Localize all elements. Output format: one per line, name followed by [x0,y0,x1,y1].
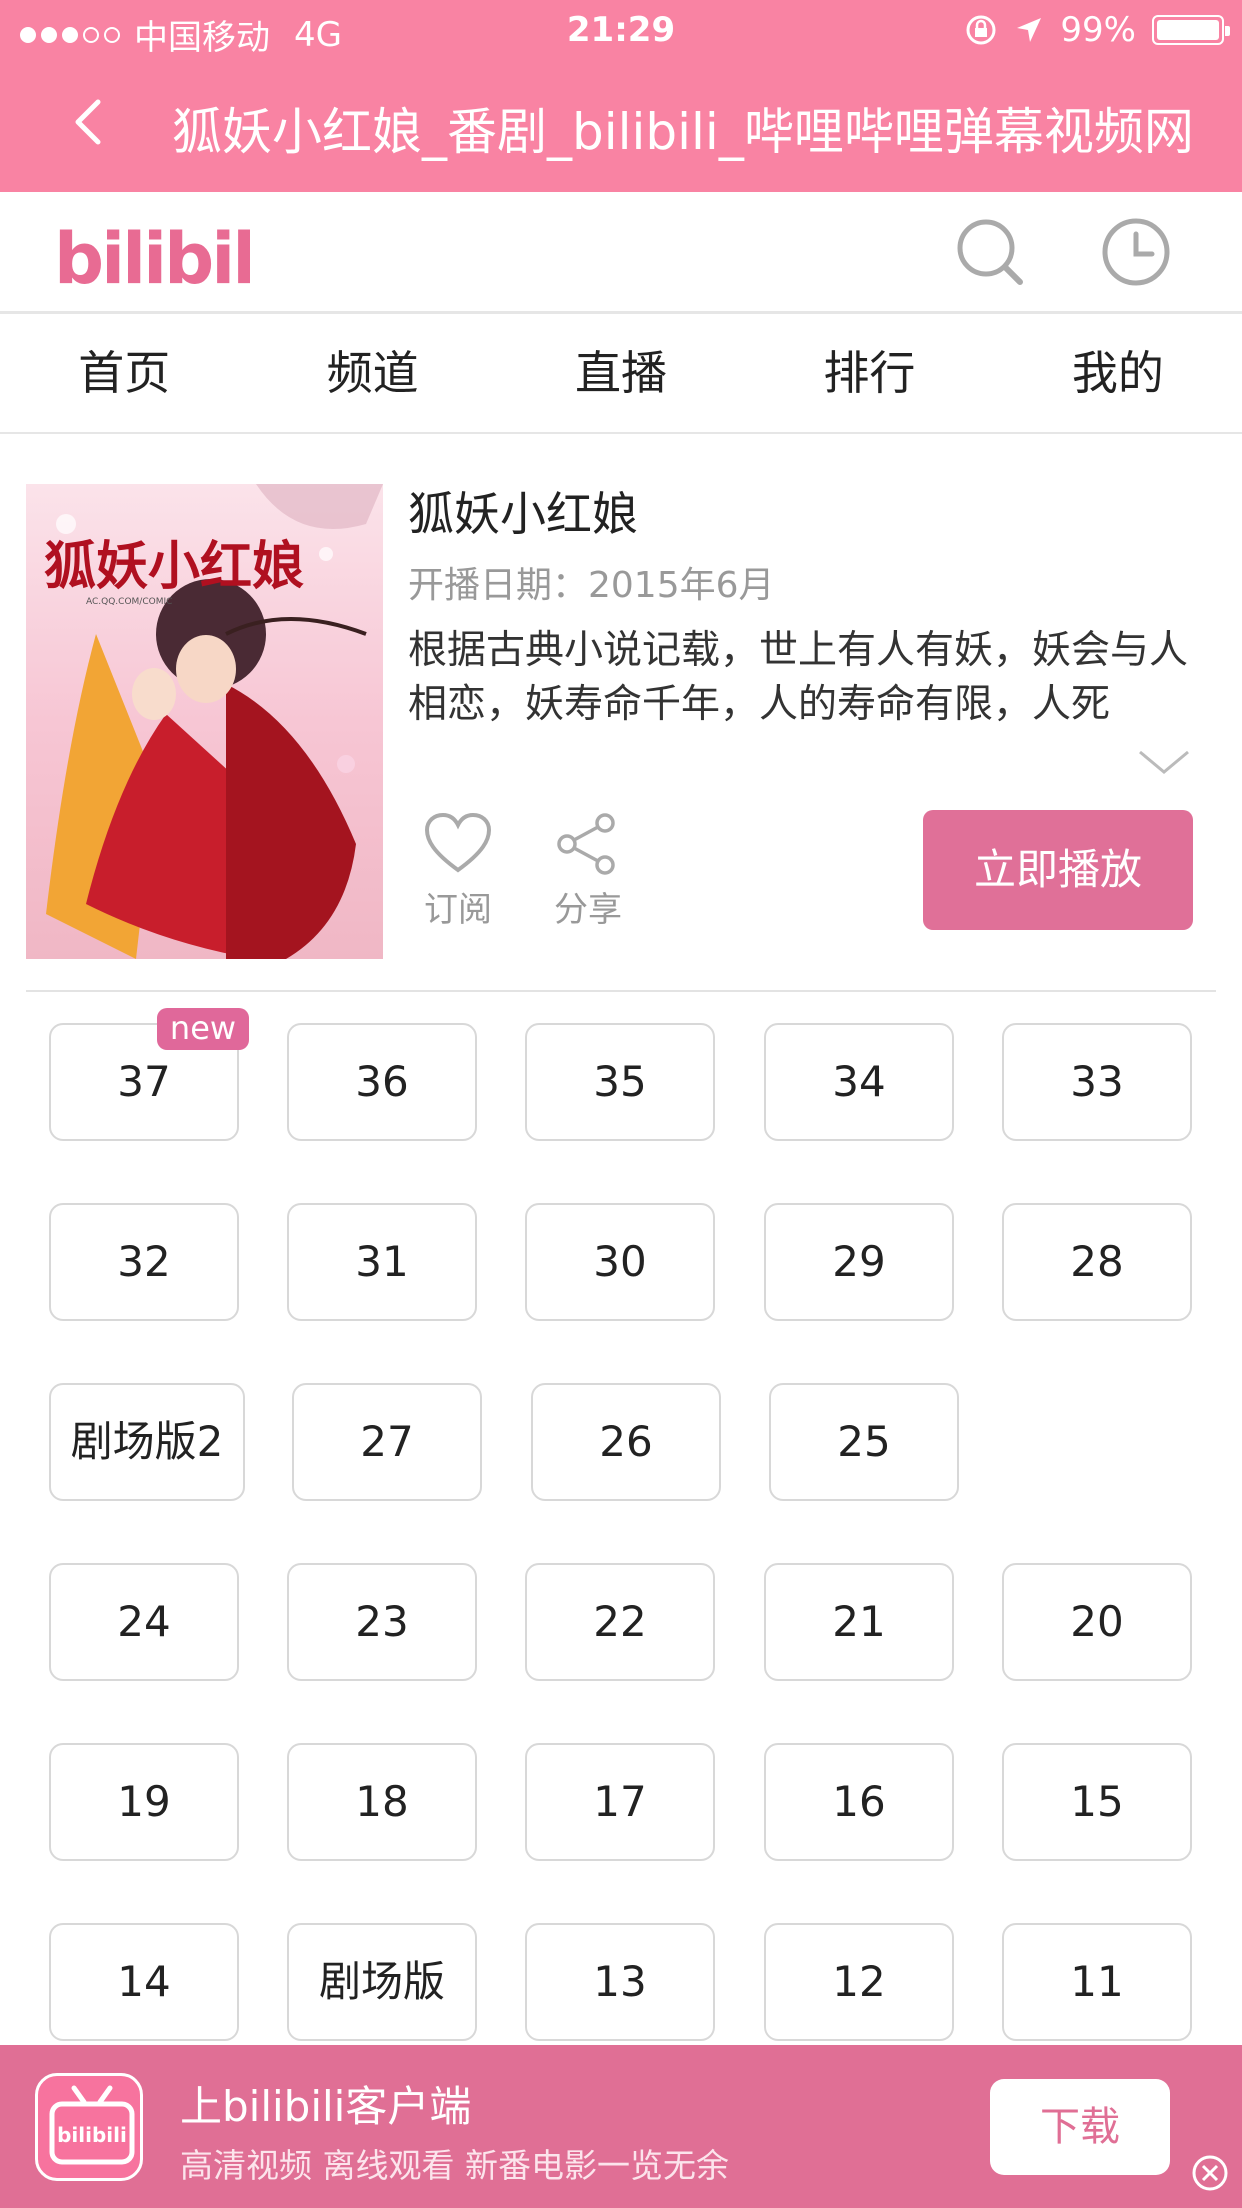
episode-button[interactable]: 18 [287,1743,477,1861]
episode-button[interactable]: 16 [764,1743,954,1861]
chevron-down-icon[interactable] [1134,742,1194,782]
episode-button[interactable]: 34 [764,1023,954,1141]
banner-title: 上bilibili客户端 [180,2082,472,2131]
episode-button[interactable]: 31 [287,1203,477,1321]
episode-button-movie-2[interactable]: 剧场版2 [49,1383,245,1501]
app-download-banner: bilibili 上bilibili客户端 高清视频 离线观看 新番电影一览无余… [0,2045,1242,2208]
title-bar: 狐妖小红娘_番剧_bilibili_哔哩哔哩弹幕视频网 [0,62,1242,192]
close-icon[interactable] [1190,2153,1230,2193]
site-header: bilibili [0,192,1242,314]
share-button[interactable]: 分享 [528,812,648,931]
location-arrow-icon [1017,18,1042,42]
episode-button[interactable]: 36 [287,1023,477,1141]
episode-button[interactable]: 25 [769,1383,959,1501]
status-right: 99% [964,10,1230,50]
air-date: 开播日期：2015年6月 [408,565,775,606]
page-title: 狐妖小红娘_番剧_bilibili_哔哩哔哩弹幕视频网 [172,103,1194,161]
episode-button[interactable]: 26 [531,1383,721,1501]
episode-button[interactable]: 19 [49,1743,239,1861]
bilibili-logo[interactable]: bilibili [50,207,250,302]
nav-item-home[interactable]: 首页 [0,314,248,432]
episode-button[interactable]: 32 [49,1203,239,1321]
share-label: 分享 [554,890,622,930]
episode-button[interactable]: 35 [525,1023,715,1141]
clock-icon[interactable] [1096,212,1176,292]
nav-item-live[interactable]: 直播 [497,314,745,432]
anime-cover-image[interactable]: 狐妖小红娘 AC.QQ.COM/COMIC [26,484,383,959]
episode-button[interactable]: 17 [525,1743,715,1861]
episode-button[interactable]: 28 [1002,1203,1192,1321]
episode-button[interactable]: 33 [1002,1023,1192,1141]
new-badge: new [157,1008,249,1050]
top-bar: 中国移动 4G 21:29 99% 狐妖小红娘_番剧_bilibili_哔哩哔哩… [0,0,1242,192]
episode-button[interactable]: 24 [49,1563,239,1681]
svg-text:AC.QQ.COM/COMIC: AC.QQ.COM/COMIC [86,597,172,607]
nav-item-mine[interactable]: 我的 [994,314,1242,432]
episode-button[interactable]: 30 [525,1203,715,1321]
episode-button[interactable]: 21 [764,1563,954,1681]
search-icon[interactable] [950,212,1030,292]
download-button[interactable]: 下载 [990,2079,1170,2175]
bilibili-app-icon: bilibili [35,2073,143,2181]
battery-icon [1152,15,1230,45]
episode-button[interactable]: 14 [49,1923,239,2041]
episode-button[interactable]: 29 [764,1203,954,1321]
episode-button-movie[interactable]: 剧场版 [287,1923,477,2041]
back-arrow-icon[interactable] [60,92,120,152]
play-now-button[interactable]: 立即播放 [923,810,1193,930]
subscribe-button[interactable]: 订阅 [398,812,518,931]
battery-percent: 99% [1060,10,1136,50]
episode-button[interactable]: 20 [1002,1563,1192,1681]
anime-description: 根据古典小说记载，世上有人有妖，妖会与人相恋，妖寿命千年，人的寿命有限，人死 [408,628,1189,727]
subscribe-label: 订阅 [424,890,492,930]
section-divider [26,990,1216,992]
svg-text:bilibili: bilibili [54,218,250,300]
nav-item-channels[interactable]: 频道 [248,314,496,432]
app-icon-text: bilibili [57,2123,127,2147]
episode-button[interactable]: 15 [1002,1743,1192,1861]
anime-title: 狐妖小红娘 [408,487,638,541]
share-icon [557,813,615,875]
nav-item-ranking[interactable]: 排行 [745,314,993,432]
episode-button[interactable]: 23 [287,1563,477,1681]
episode-button[interactable]: 27 [292,1383,482,1501]
episode-button[interactable]: 12 [764,1923,954,2041]
rotation-lock-icon [966,15,996,45]
status-bar: 中国移动 4G 21:29 99% [0,0,1242,62]
episode-button[interactable]: 13 [525,1923,715,2041]
episode-button[interactable]: 11 [1002,1923,1192,2041]
heart-icon [424,812,492,873]
cover-title-art: 狐妖小红娘 [44,536,304,597]
banner-subtitle: 高清视频 离线观看 新番电影一览无余 [180,2146,729,2185]
episode-button[interactable]: 22 [525,1563,715,1681]
main-nav: 首页 频道 直播 排行 我的 [0,314,1242,434]
